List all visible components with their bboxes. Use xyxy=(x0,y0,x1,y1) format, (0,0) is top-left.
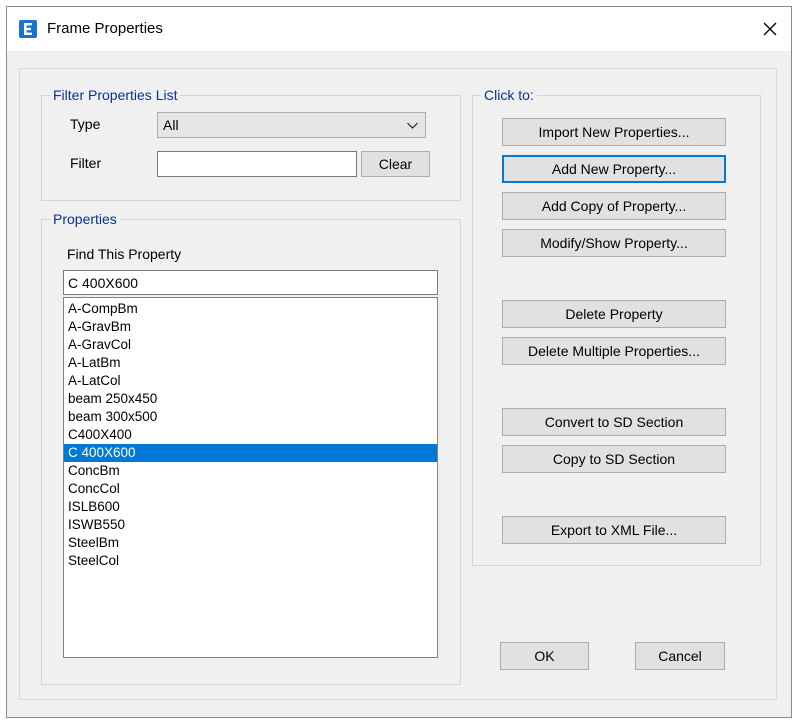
actions-group-label: Click to: xyxy=(481,87,537,103)
convert-to-sd-section-button[interactable]: Convert to SD Section xyxy=(502,408,726,436)
list-item[interactable]: ConcCol xyxy=(64,480,437,498)
find-property-input[interactable] xyxy=(63,270,438,295)
list-item[interactable]: A-LatCol xyxy=(64,372,437,390)
list-item[interactable]: ConcBm xyxy=(64,462,437,480)
properties-group: Properties Find This Property A-CompBmA-… xyxy=(41,211,461,685)
ok-button[interactable]: OK xyxy=(500,642,589,670)
filter-properties-group: Filter Properties List Type All Filter C… xyxy=(41,87,461,201)
dialog-client-area: Filter Properties List Type All Filter C… xyxy=(19,68,777,700)
clear-button[interactable]: Clear xyxy=(361,151,430,177)
list-item[interactable]: beam 300x500 xyxy=(64,408,437,426)
actions-group: Click to: Import New Properties... Add N… xyxy=(472,87,761,566)
find-property-label: Find This Property xyxy=(67,246,182,262)
filter-group-label: Filter Properties List xyxy=(50,87,181,103)
window-title: Frame Properties xyxy=(47,20,163,37)
delete-multiple-properties-button[interactable]: Delete Multiple Properties... xyxy=(502,337,726,365)
copy-to-sd-section-button[interactable]: Copy to SD Section xyxy=(502,445,726,473)
add-copy-of-property-button[interactable]: Add Copy of Property... xyxy=(502,192,726,220)
delete-property-button[interactable]: Delete Property xyxy=(502,300,726,328)
list-item[interactable]: A-GravCol xyxy=(64,336,437,354)
type-label: Type xyxy=(70,116,101,132)
properties-group-label: Properties xyxy=(50,211,120,227)
filter-input[interactable] xyxy=(157,151,357,177)
title-bar: Frame Properties xyxy=(7,7,791,51)
type-select[interactable]: All xyxy=(157,112,426,138)
list-item[interactable]: A-GravBm xyxy=(64,318,437,336)
close-button[interactable] xyxy=(753,13,787,45)
list-item[interactable]: SteelBm xyxy=(64,534,437,552)
filter-label: Filter xyxy=(70,155,102,171)
properties-listbox[interactable]: A-CompBm A-GravBm A-GravCol A-LatBm A-LatCol… xyxy=(63,297,438,658)
modify-show-property-button[interactable]: Modify/Show Property... xyxy=(502,229,726,257)
export-to-xml-file-button[interactable]: Export to XML File... xyxy=(502,516,726,544)
list-item[interactable]: C 400X600 xyxy=(64,444,437,462)
list-item[interactable]: A-LatBm xyxy=(64,354,437,372)
frame-properties-dialog: Frame Properties Filter Properties List … xyxy=(6,6,792,718)
etabs-app-icon xyxy=(19,20,37,38)
close-icon xyxy=(763,22,777,36)
list-item[interactable]: beam 250x450 xyxy=(64,390,437,408)
import-new-properties-button[interactable]: Import New Properties... xyxy=(502,118,726,146)
list-item[interactable]: SteelCol xyxy=(64,552,437,570)
list-item[interactable]: ISWB550 xyxy=(64,516,437,534)
add-new-property-button[interactable]: Add New Property... xyxy=(502,155,726,183)
list-item[interactable]: A-CompBm xyxy=(64,300,437,318)
type-select-value: All xyxy=(163,117,179,133)
cancel-button[interactable]: Cancel xyxy=(635,642,725,670)
chevron-down-icon xyxy=(407,122,418,129)
list-item[interactable]: ISLB600 xyxy=(64,498,437,516)
list-item[interactable]: C400X400 xyxy=(64,426,437,444)
